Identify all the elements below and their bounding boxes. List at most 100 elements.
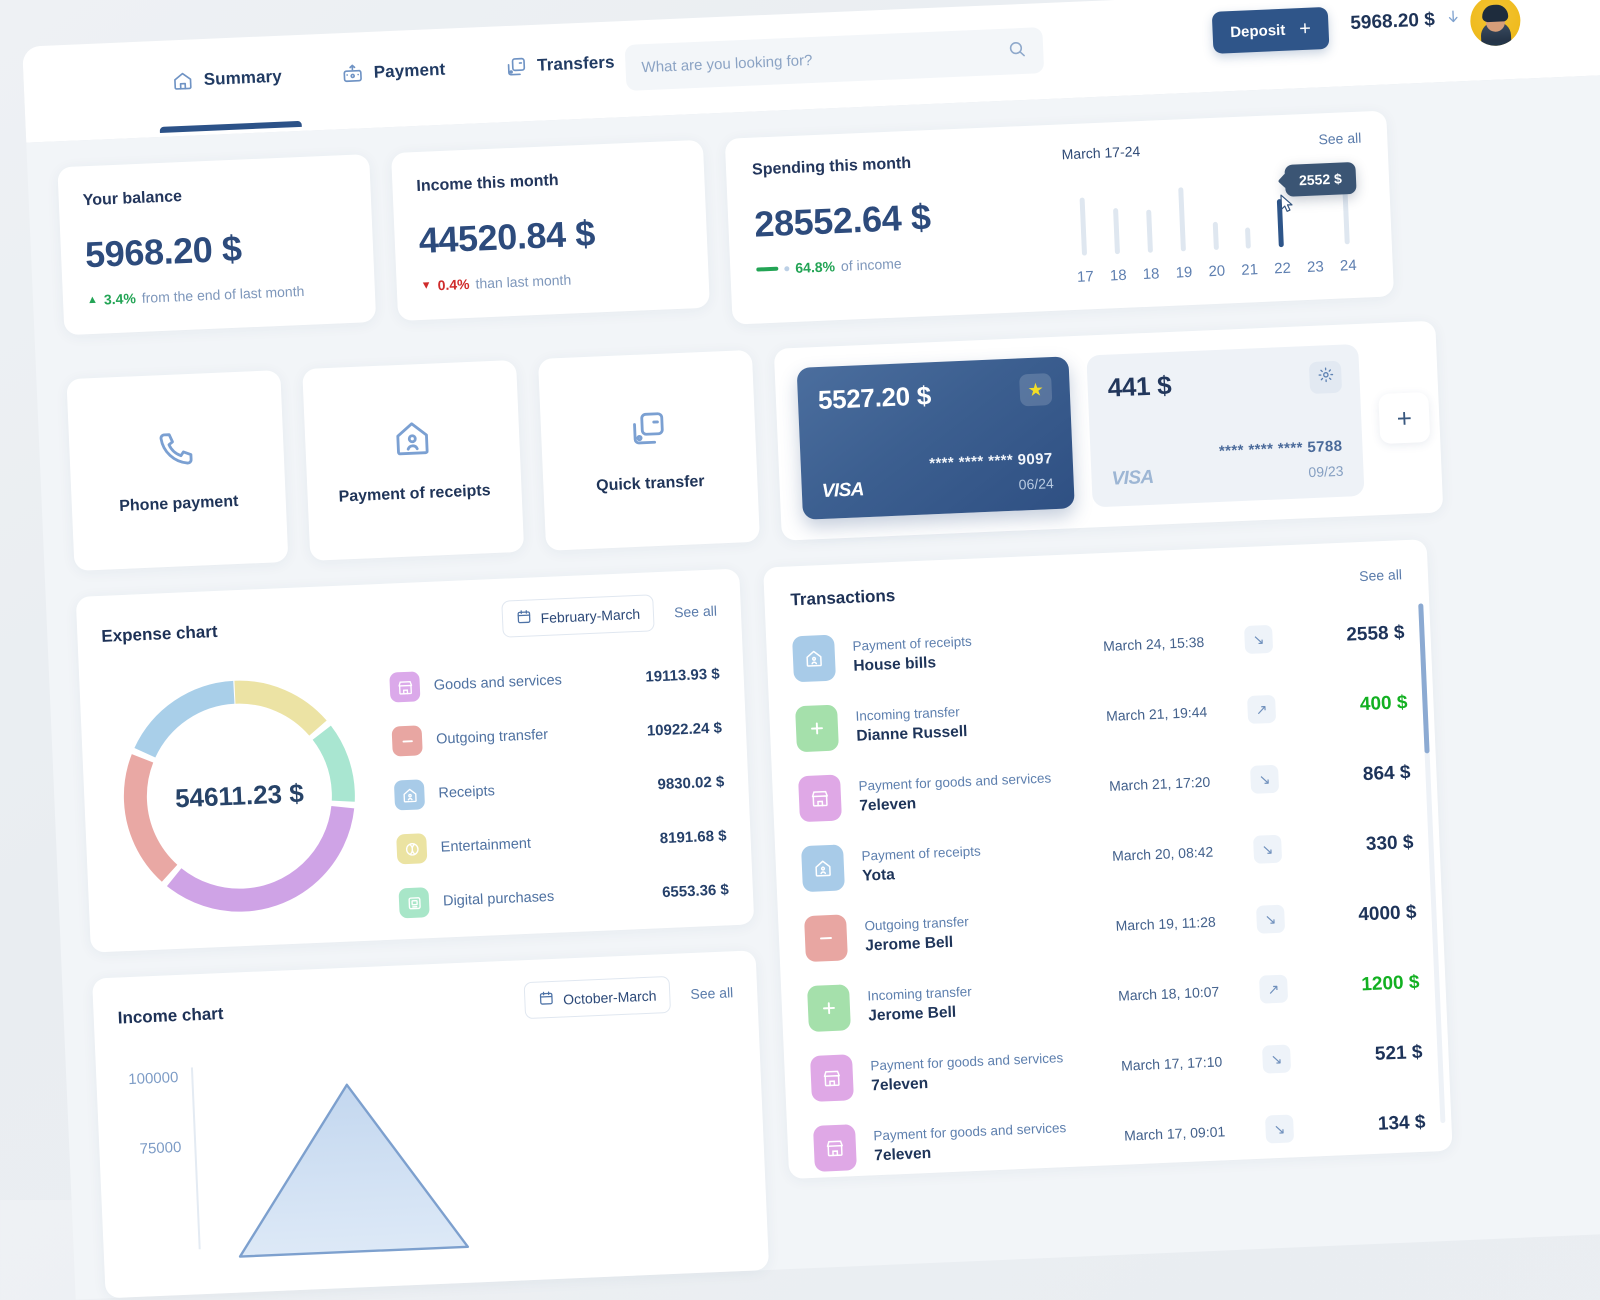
balance-card-title: Your balance bbox=[82, 188, 183, 210]
visa-logo: VISA bbox=[821, 479, 865, 502]
legend-item-digital-purchases[interactable]: Digital purchases 6553.36 $ bbox=[398, 874, 729, 919]
legend-item-outgoing-transfer[interactable]: Outgoing transfer 10922.24 $ bbox=[391, 712, 723, 757]
action-quick-transfer[interactable]: Quick transfer bbox=[537, 349, 760, 551]
avatar[interactable] bbox=[1469, 0, 1522, 47]
action-label-phone: Phone payment bbox=[118, 492, 239, 515]
action-payment-of-receipts[interactable]: Payment of receipts bbox=[302, 359, 525, 561]
transaction-amount: 1200 $ bbox=[1360, 971, 1420, 996]
balance-card: Your balance 5968.20 $ ▲ 3.4% from the e… bbox=[57, 154, 377, 336]
action-label-receipts: Payment of receipts bbox=[338, 481, 491, 506]
card-settings-button[interactable] bbox=[1308, 360, 1343, 395]
bar-column[interactable] bbox=[1229, 168, 1265, 249]
search-icon[interactable] bbox=[1007, 38, 1028, 64]
action-phone-payment[interactable]: Phone payment bbox=[66, 370, 289, 571]
x-tick: 18 bbox=[1109, 266, 1127, 285]
income-card-trend: ▼ 0.4% than last month bbox=[420, 267, 684, 294]
quick-actions-row: Phone payment Payment of receipts Quick … bbox=[66, 314, 1593, 571]
bar-column[interactable] bbox=[1130, 172, 1166, 253]
bar-column[interactable] bbox=[1065, 175, 1101, 256]
spending-bar-chart: March 17-24 See all 17 18 18 19 20 21 22… bbox=[1061, 130, 1367, 287]
arrow-down-right-icon: ↘ bbox=[1250, 764, 1280, 794]
nav-item-payment[interactable]: Payment bbox=[341, 59, 446, 91]
transaction-info: Payment of receipts Yota bbox=[861, 838, 1094, 885]
header-balance-amount: 5968.20 $ bbox=[1349, 8, 1436, 34]
house-icon bbox=[391, 417, 433, 464]
x-tick: 21 bbox=[1241, 261, 1259, 279]
income-area-path bbox=[238, 1083, 470, 1258]
transaction-date: March 18, 10:07 bbox=[1117, 983, 1220, 1004]
transaction-date: March 17, 09:01 bbox=[1123, 1123, 1226, 1144]
bank-card-primary[interactable]: 5527.20 $ ★ **** **** **** 9097 06/24 VI… bbox=[796, 356, 1075, 520]
bar-column[interactable] bbox=[1097, 173, 1133, 255]
income-area-chart: 100000 75000 bbox=[119, 1030, 743, 1266]
summary-row: Your balance 5968.20 $ ▲ 3.4% from the e… bbox=[57, 102, 1584, 353]
payment-icon bbox=[341, 62, 364, 85]
income-date-label: October-March bbox=[562, 987, 657, 1007]
store-icon bbox=[810, 1054, 854, 1102]
legend-label: Goods and services bbox=[433, 672, 563, 694]
nav-label-summary: Summary bbox=[203, 66, 283, 90]
expense-see-all[interactable]: See all bbox=[674, 602, 717, 620]
transaction-amount: 134 $ bbox=[1377, 1111, 1426, 1135]
income-trend-pct: 0.4% bbox=[437, 275, 470, 294]
expense-date-label: February-March bbox=[540, 605, 641, 626]
transaction-info: Outgoing transfer Jerome Bell bbox=[864, 908, 1097, 955]
income-ytick-mid: 75000 bbox=[139, 1139, 181, 1158]
legend-item-goods-and-services[interactable]: Goods and services 19113.93 $ bbox=[389, 659, 720, 703]
expense-donut-chart: 54611.23 $ bbox=[103, 660, 376, 933]
bank-card-expiry: 06/24 bbox=[1018, 475, 1055, 493]
legend-label: Outgoing transfer bbox=[435, 726, 549, 748]
bar-column[interactable] bbox=[1196, 169, 1232, 251]
x-tick: 17 bbox=[1076, 268, 1095, 286]
transaction-amount: 400 $ bbox=[1359, 692, 1408, 716]
spending-range-label: March 17-24 bbox=[1061, 143, 1141, 163]
transaction-info: Payment of receipts House bills bbox=[852, 628, 1085, 675]
legend-item-receipts[interactable]: Receipts 9830.02 $ bbox=[393, 766, 725, 811]
house-icon bbox=[393, 779, 426, 811]
transaction-info: Incoming transfer Dianne Russell bbox=[855, 698, 1088, 745]
income-trend-text: than last month bbox=[475, 271, 572, 292]
arrow-down-right-icon: ↘ bbox=[1261, 1044, 1292, 1074]
charts-and-transactions-row: Expense chart February-March See all 546… bbox=[75, 532, 1600, 1299]
income-date-range-picker[interactable]: October-March bbox=[523, 975, 672, 1020]
favorite-badge[interactable]: ★ bbox=[1019, 373, 1053, 407]
expense-date-range-picker[interactable]: February-March bbox=[500, 594, 655, 638]
nav-item-transfers[interactable]: Transfers bbox=[505, 51, 616, 84]
bank-card-number: **** **** **** 9097 bbox=[928, 450, 1054, 473]
down-arrow-icon[interactable] bbox=[1444, 7, 1461, 31]
spending-see-all[interactable]: See all bbox=[1318, 130, 1361, 148]
income-month-card: Income this month 44520.84 $ ▼ 0.4% than… bbox=[391, 139, 710, 321]
transaction-date: March 21, 17:20 bbox=[1108, 773, 1211, 794]
legend-item-entertainment[interactable]: Entertainment 8191.68 $ bbox=[396, 820, 727, 865]
star-icon: ★ bbox=[1027, 379, 1045, 401]
spending-ratio-pct: 64.8% bbox=[794, 258, 836, 276]
x-tick: 23 bbox=[1306, 258, 1325, 277]
transaction-info: Payment for goods and services 7eleven bbox=[858, 768, 1091, 815]
search-input[interactable]: What are you looking for? bbox=[624, 27, 1045, 91]
trend-down-icon: ▼ bbox=[420, 279, 432, 292]
laptop-icon bbox=[398, 887, 430, 919]
legend-label: Receipts bbox=[438, 783, 496, 802]
arrow-down-right-icon: ↘ bbox=[1244, 624, 1274, 655]
income-see-all[interactable]: See all bbox=[690, 984, 733, 1002]
add-card-button[interactable]: + bbox=[1378, 391, 1431, 445]
income-card-title: Income this month bbox=[416, 171, 559, 196]
gear-icon bbox=[1317, 366, 1335, 389]
bank-cards-panel: 5527.20 $ ★ **** **** **** 9097 06/24 VI… bbox=[773, 320, 1444, 541]
income-ytick-top: 100000 bbox=[128, 1069, 179, 1088]
income-card-value: 44520.84 $ bbox=[417, 212, 596, 261]
transaction-info: Payment for goods and services 7eleven bbox=[873, 1118, 1106, 1165]
visa-logo: VISA bbox=[1111, 466, 1154, 490]
bar-column[interactable] bbox=[1163, 171, 1199, 252]
bank-card-secondary[interactable]: 441 $ **** **** **** 5788 09/23 VISA bbox=[1086, 343, 1365, 508]
deposit-button[interactable]: Deposit + bbox=[1211, 6, 1330, 54]
transaction-date: March 17, 17:10 bbox=[1120, 1053, 1223, 1074]
transactions-card: Transactions See all Payment of receipts bbox=[763, 539, 1453, 1179]
plus-icon bbox=[795, 704, 839, 753]
header-balance[interactable]: 5968.20 $ bbox=[1350, 7, 1461, 35]
transaction-amount: 2558 $ bbox=[1345, 622, 1405, 646]
x-tick: 20 bbox=[1208, 262, 1226, 281]
transactions-see-all[interactable]: See all bbox=[1359, 566, 1402, 584]
nav-item-summary[interactable]: Summary bbox=[171, 66, 282, 99]
legend-label: Digital purchases bbox=[442, 888, 555, 910]
